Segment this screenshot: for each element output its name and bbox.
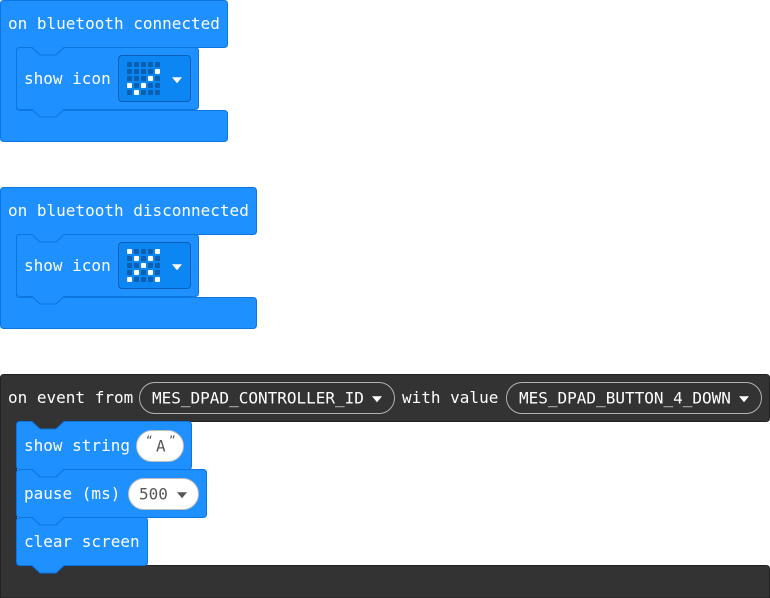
led-on bbox=[148, 256, 153, 261]
led-off bbox=[141, 270, 146, 275]
led-off bbox=[141, 256, 146, 261]
caret-down-icon bbox=[372, 396, 382, 403]
led-on bbox=[134, 90, 139, 95]
led-on bbox=[155, 249, 160, 254]
led-on bbox=[127, 83, 132, 88]
bt-connected-show-icon-label: show icon bbox=[24, 69, 111, 88]
bt-connected-hat-label: on bluetooth connected bbox=[8, 14, 220, 33]
show-string-label: show string bbox=[24, 436, 130, 455]
bt-connected-icon-dropdown[interactable] bbox=[118, 55, 191, 102]
caret-down-icon bbox=[739, 396, 749, 403]
led-off bbox=[134, 249, 139, 254]
string-value: A bbox=[156, 436, 166, 456]
caret-down-icon bbox=[172, 263, 182, 270]
led-off bbox=[134, 263, 139, 268]
led-off bbox=[141, 76, 146, 81]
led-on bbox=[127, 249, 132, 254]
event-value-value: MES_DPAD_BUTTON_4_DOWN bbox=[519, 388, 731, 408]
led-on bbox=[148, 76, 153, 81]
led-off bbox=[148, 90, 153, 95]
led-on bbox=[141, 263, 146, 268]
led-off bbox=[127, 62, 132, 67]
pause-ms-dropdown[interactable]: 500 bbox=[128, 478, 199, 510]
led-off bbox=[141, 249, 146, 254]
caret-down-icon bbox=[172, 76, 182, 83]
led-grid-icon bbox=[127, 249, 160, 282]
led-off bbox=[155, 90, 160, 95]
led-off bbox=[148, 277, 153, 282]
led-off bbox=[127, 270, 132, 275]
event-middle-label: with value bbox=[402, 388, 499, 407]
event-source-value: MES_DPAD_CONTROLLER_ID bbox=[152, 388, 364, 408]
led-grid-icon bbox=[127, 62, 160, 95]
bt-disconnected-show-icon-label: show icon bbox=[24, 256, 111, 275]
led-on bbox=[127, 277, 132, 282]
led-off bbox=[127, 263, 132, 268]
left-double-quote-icon: “ bbox=[146, 433, 153, 447]
led-off bbox=[148, 62, 153, 67]
led-off bbox=[155, 263, 160, 268]
pause-label: pause (ms) bbox=[24, 484, 121, 503]
pause-value: 500 bbox=[139, 484, 168, 504]
right-double-quote-icon: ” bbox=[169, 433, 176, 447]
led-off bbox=[127, 90, 132, 95]
led-off bbox=[134, 83, 139, 88]
led-off bbox=[155, 76, 160, 81]
led-off bbox=[155, 83, 160, 88]
led-on bbox=[155, 277, 160, 282]
string-input[interactable]: “ A ” bbox=[136, 430, 184, 462]
led-off bbox=[141, 90, 146, 95]
led-off bbox=[134, 62, 139, 67]
event-value-dropdown[interactable]: MES_DPAD_BUTTON_4_DOWN bbox=[506, 382, 762, 414]
led-off bbox=[155, 62, 160, 67]
led-off bbox=[148, 249, 153, 254]
led-off bbox=[127, 256, 132, 261]
led-off bbox=[141, 69, 146, 74]
led-on bbox=[141, 83, 146, 88]
led-off bbox=[155, 256, 160, 261]
clear-screen-label: clear screen bbox=[24, 532, 140, 551]
led-off bbox=[148, 263, 153, 268]
led-off bbox=[141, 277, 146, 282]
led-off bbox=[134, 76, 139, 81]
led-off bbox=[127, 69, 132, 74]
led-off bbox=[141, 62, 146, 67]
blocks-workspace bbox=[0, 0, 770, 598]
event-source-dropdown[interactable]: MES_DPAD_CONTROLLER_ID bbox=[139, 382, 395, 414]
caret-down-icon bbox=[177, 492, 187, 499]
led-off bbox=[148, 83, 153, 88]
led-off bbox=[127, 76, 132, 81]
led-off bbox=[134, 277, 139, 282]
led-off bbox=[155, 270, 160, 275]
bt-disconnected-icon-dropdown[interactable] bbox=[118, 242, 191, 289]
event-prefix-label: on event from bbox=[8, 388, 134, 407]
led-on bbox=[134, 270, 139, 275]
bt-disconnected-hat-label: on bluetooth disconnected bbox=[8, 201, 249, 220]
led-off bbox=[134, 69, 139, 74]
led-off bbox=[148, 69, 153, 74]
led-on bbox=[148, 270, 153, 275]
led-on bbox=[155, 69, 160, 74]
led-on bbox=[134, 256, 139, 261]
